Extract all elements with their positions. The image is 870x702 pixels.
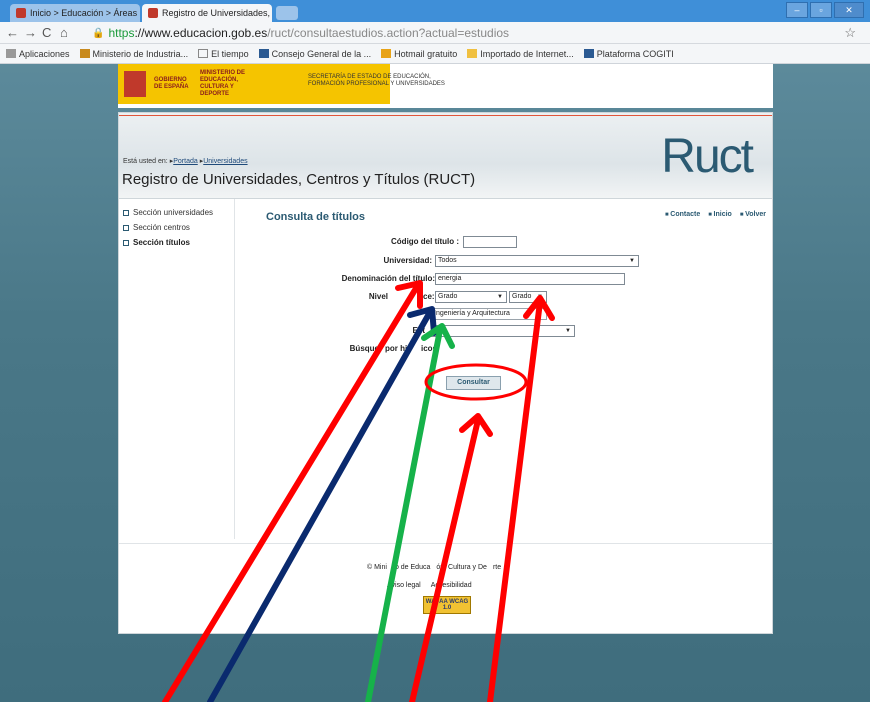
rama-label: R bbox=[425, 309, 431, 318]
universidad-label: Universidad: bbox=[383, 256, 432, 265]
lock-icon: 🔒 bbox=[92, 27, 105, 39]
link-accesibilidad[interactable]: Accesibilidad bbox=[431, 582, 472, 589]
denominacion-input[interactable]: energia bbox=[435, 273, 625, 285]
consultar-button[interactable]: Consultar bbox=[446, 376, 501, 390]
busqueda-label-end: icos: bbox=[421, 344, 440, 353]
home-icon[interactable]: ⌂ bbox=[60, 25, 68, 40]
bookmark-tiempo[interactable]: El tiempo bbox=[198, 49, 249, 59]
gobierno-text: GOBIERNO DE ESPAÑA bbox=[154, 77, 189, 90]
tab-label: Inicio > Educación > Áreas d bbox=[30, 8, 140, 18]
nivel-label-tail: ce: bbox=[423, 292, 435, 301]
nivel-sub-select[interactable]: Grado bbox=[509, 291, 547, 303]
apps-grid-icon bbox=[6, 49, 16, 58]
consejo-icon bbox=[258, 49, 269, 58]
link-aviso-legal[interactable]: Aviso legal bbox=[387, 582, 421, 589]
cogiti-icon bbox=[583, 49, 594, 58]
footer-links: Aviso legal Accesibilidad bbox=[387, 582, 472, 589]
footer: © Mini o de Educa ón, Cultura y De rte Avis… bbox=[119, 543, 772, 634]
page-title: Registro de Universidades, Centros y Tít… bbox=[122, 171, 476, 188]
address-bar[interactable]: 🔒 https://www.educacion.gob.es/ruct/cons… bbox=[92, 24, 842, 42]
ministry-text: MINISTERIO DE EDUCACIÓN, CULTURA Y DEPOR… bbox=[200, 70, 246, 97]
secretary-text: SECRETARÍA DE ESTADO DE EDUCACIÓN, FORMA… bbox=[308, 74, 445, 87]
busqueda-label: Búsque bbox=[349, 344, 379, 353]
busqueda-label-mid: por his bbox=[385, 344, 412, 353]
close-window-icon[interactable]: ✕ bbox=[834, 2, 864, 18]
link-inicio[interactable]: Inicio bbox=[708, 211, 732, 218]
sidebar-item-titulos[interactable]: Sección títulos bbox=[123, 238, 190, 247]
folder-icon bbox=[467, 49, 478, 58]
top-links: Contacte Inicio Volver bbox=[665, 211, 766, 218]
url-scheme: https bbox=[108, 26, 135, 40]
bookmark-consejo[interactable]: Consejo General de la ... bbox=[258, 49, 371, 59]
page-container: Está usted en: ▸Portada ▸Universidades R… bbox=[118, 112, 773, 634]
bullet-icon bbox=[123, 209, 129, 216]
sidebar: Sección universidades Sección centros Se… bbox=[119, 199, 235, 539]
codigo-input[interactable] bbox=[463, 236, 517, 248]
sidebar-item-centros[interactable]: Sección centros bbox=[123, 223, 190, 232]
maximize-icon[interactable]: ▫ bbox=[810, 2, 832, 18]
forward-arrow-icon[interactable]: → bbox=[24, 25, 37, 40]
nivel-label: Nivel bbox=[368, 292, 388, 301]
back-arrow-icon[interactable]: ← bbox=[6, 25, 19, 40]
url-host: ://www.educacion.gob.es bbox=[134, 26, 268, 40]
site-favicon-icon bbox=[16, 8, 26, 18]
coat-of-arms-icon bbox=[122, 69, 148, 99]
estado-label: Est bbox=[412, 326, 425, 335]
new-tab-button[interactable] bbox=[276, 6, 298, 20]
bookmarks-bar: Aplicaciones Ministerio de Industria... … bbox=[0, 44, 870, 64]
link-contacte[interactable]: Contacte bbox=[665, 211, 700, 218]
breadcrumb-portada[interactable]: Portada bbox=[173, 158, 198, 165]
estado-select[interactable]: To bbox=[431, 325, 575, 337]
bookmark-importado[interactable]: Importado de Internet... bbox=[467, 49, 574, 59]
tab-inicio[interactable]: Inicio > Educación > Áreas d ✕ bbox=[10, 4, 140, 22]
bullet-icon bbox=[123, 224, 129, 231]
hotmail-icon bbox=[381, 49, 392, 58]
universidad-select[interactable]: Todos bbox=[435, 255, 639, 267]
ministry-icon bbox=[79, 49, 90, 58]
codigo-label: Código del título : bbox=[391, 237, 459, 246]
page-icon bbox=[198, 49, 209, 58]
denominacion-label: Denominación del título: bbox=[341, 274, 435, 283]
rama-select[interactable]: Ingeniería y Arquitectura bbox=[431, 308, 547, 320]
tab-registro[interactable]: Registro de Universidades, C ✕ bbox=[142, 4, 272, 22]
reload-icon[interactable]: C bbox=[42, 25, 51, 40]
window-controls: – ▫ ✕ bbox=[786, 2, 864, 18]
copyright: © Mini o de Educa ón, Cultura y De rte bbox=[367, 564, 502, 571]
minimize-icon[interactable]: – bbox=[786, 2, 808, 18]
browser-toolbar: ← → C ⌂ 🔒 https://www.educacion.gob.es/r… bbox=[0, 22, 870, 44]
ruct-logo: Ruct bbox=[661, 130, 754, 183]
sidebar-item-universidades[interactable]: Sección universidades bbox=[123, 208, 213, 217]
breadcrumb-universidades[interactable]: Universidades bbox=[203, 158, 247, 165]
bookmark-apps[interactable]: Aplicaciones bbox=[6, 49, 70, 59]
government-header: GOBIERNO DE ESPAÑA MINISTERIO DE EDUCACI… bbox=[118, 64, 773, 108]
bookmark-star-icon[interactable]: ☆ bbox=[844, 25, 856, 41]
bookmark-cogiti[interactable]: Plataforma COGITI bbox=[583, 49, 674, 59]
site-favicon-icon bbox=[148, 8, 158, 18]
bookmark-ministerio[interactable]: Ministerio de Industria... bbox=[79, 49, 188, 59]
breadcrumb: Está usted en: ▸Portada ▸Universidades bbox=[123, 158, 248, 165]
link-volver[interactable]: Volver bbox=[740, 211, 766, 218]
main-title: Consulta de títulos bbox=[266, 211, 365, 223]
url-path: /ruct/consultaestudios.action?actual=est… bbox=[267, 26, 510, 40]
browser-titlebar: Inicio > Educación > Áreas d ✕ Registro … bbox=[0, 0, 870, 22]
header-divider bbox=[119, 115, 772, 116]
bullet-icon bbox=[123, 239, 129, 246]
ruct-header: Está usted en: ▸Portada ▸Universidades R… bbox=[119, 113, 772, 199]
wcag-badge[interactable]: WAI-AA WCAG 1.0 bbox=[423, 596, 471, 614]
bookmark-hotmail[interactable]: Hotmail gratuito bbox=[381, 49, 457, 59]
nivel-select[interactable]: Grado bbox=[435, 291, 507, 303]
tab-label: Registro de Universidades, C bbox=[162, 8, 272, 18]
